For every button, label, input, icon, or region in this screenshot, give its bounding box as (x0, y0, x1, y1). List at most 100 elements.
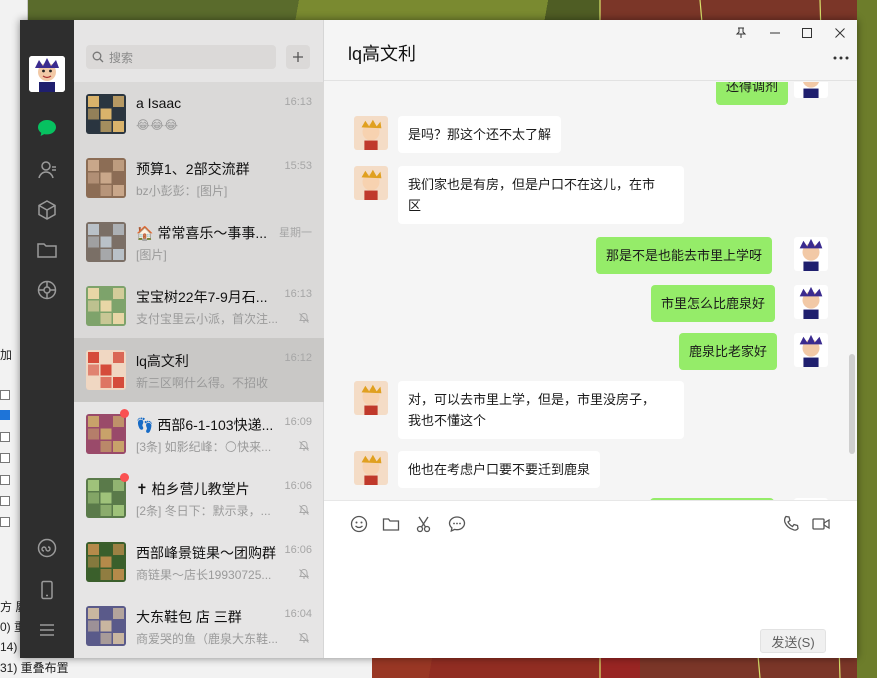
group-avatar-icon (86, 222, 126, 262)
chat-history-icon (448, 516, 466, 533)
send-button[interactable]: 发送(S) (760, 629, 826, 653)
chat-list-item[interactable]: 预算1、2部交流群 15:53 bz小彭彭：[图片] (74, 146, 324, 210)
chat-list-item[interactable]: ✝ 柏乡营儿教堂片 16:06 [2条] 冬日下：默示录，... (74, 466, 324, 530)
chat-name: a Isaac (136, 95, 182, 111)
chat-name: 西部峰景链果～团购群 (136, 545, 276, 561)
chat-time: 16:04 (284, 608, 312, 620)
message-scrollbar[interactable] (849, 354, 855, 454)
chat-avatar (86, 222, 126, 262)
my-avatar[interactable] (794, 82, 828, 98)
chat-avatar (86, 94, 126, 134)
chat-list-item[interactable]: lq高文利 16:12 新三区啊什么得。不招收 (74, 338, 324, 402)
wechat-window: 搜索 a Isaac 16:13 😂😂😂 预算1、2部交流群 15:53 bz小彭彭：[图… (20, 20, 857, 658)
cube-icon (38, 200, 56, 220)
message-in: 是吗？那这个还不太了解 (324, 116, 857, 153)
avatar-icon (794, 82, 828, 98)
avatar-icon (354, 166, 388, 200)
chat-avatar (86, 286, 126, 326)
chat-preview: bz小彭彭：[图片] (136, 184, 228, 198)
nav-menu[interactable] (31, 614, 63, 646)
chat-list-item[interactable]: 🏠 常常喜乐～事事... 星期一 [图片] (74, 210, 324, 274)
checkbox[interactable] (0, 432, 10, 442)
chat-name: ✝ 柏乡营儿教堂片 (136, 481, 250, 497)
avatar-icon (354, 381, 388, 415)
group-avatar-icon (86, 94, 126, 134)
contacts-icon (38, 161, 56, 179)
message-bubble[interactable]: 对，可以去市里上学，但是，市里没房子， 我也不懂这个 (398, 381, 684, 439)
search-icon (92, 51, 104, 63)
my-avatar[interactable] (794, 237, 828, 271)
nav-phone[interactable] (31, 574, 63, 606)
nav-chats[interactable] (31, 112, 63, 144)
group-avatar-icon (86, 286, 126, 326)
chat-avatar (86, 478, 126, 518)
contact-avatar[interactable] (354, 451, 388, 485)
message-bubble[interactable]: 那是不是也能去市里上学呀 (596, 237, 773, 274)
checkbox[interactable] (0, 453, 10, 463)
nav-mini-programs[interactable] (31, 532, 63, 564)
message-bubble[interactable]: 市里怎么比鹿泉好 (651, 285, 776, 322)
screenshot-button[interactable] (413, 513, 435, 535)
more-button[interactable] (831, 50, 851, 66)
message-out: 那是不是也能去市里上学呀 (324, 237, 857, 274)
contact-avatar[interactable] (354, 116, 388, 150)
checkbox[interactable] (0, 517, 10, 527)
user-avatar[interactable] (29, 56, 65, 92)
mute-icon (299, 312, 309, 323)
maximize-button[interactable] (796, 24, 818, 42)
message-area: 还得调剂 是吗？那这个还不太了解 我们家也是有房，但是户口不在这儿，在市 区 那… (324, 82, 857, 500)
nav-moments[interactable] (31, 274, 63, 306)
group-avatar-icon (86, 606, 126, 646)
mute-icon (299, 504, 309, 515)
pin-button[interactable] (730, 24, 752, 42)
contact-avatar[interactable] (354, 381, 388, 415)
chat-name: 大东鞋包 店 三群 (136, 609, 242, 625)
minimize-button[interactable] (764, 24, 786, 42)
left-label: 加 (0, 348, 13, 362)
message-bubble[interactable]: 鹿泉比老家好 (679, 333, 778, 370)
checkbox[interactable] (0, 475, 10, 485)
message-in: 他也在考虑户口要不要迁到鹿泉 (324, 451, 857, 488)
chat-list-item[interactable]: 大东鞋包 店 三群 16:04 商爱哭的鱼（鹿泉大东鞋... (74, 594, 324, 658)
message-bubble[interactable]: 我们家也是有房，但是户口不在这儿，在市 区 (398, 166, 684, 224)
chat-name: 🏠 常常喜乐～事事... (136, 225, 267, 241)
message-bubble[interactable]: 他也在考虑户口要不要迁到鹿泉 (398, 451, 601, 488)
plus-icon (293, 52, 303, 62)
voice-call-button[interactable] (780, 513, 802, 535)
message-bubble[interactable]: 是吗？那这个还不太了解 (398, 116, 562, 153)
my-avatar[interactable] (794, 333, 828, 367)
chat-preview: [2条] 冬日下：默示录，... (136, 504, 271, 518)
phone-icon (783, 515, 799, 531)
checkbox[interactable] (0, 390, 10, 400)
chat-time: 16:13 (284, 96, 312, 108)
chat-history-button[interactable] (446, 513, 468, 535)
checkbox[interactable] (0, 410, 10, 420)
checkbox[interactable] (0, 496, 10, 506)
chat-preview: 新三区啊什么得。不招收 (136, 376, 269, 390)
add-button[interactable] (286, 45, 310, 69)
avatar-icon (794, 285, 828, 319)
send-file-button[interactable] (380, 513, 402, 535)
chat-list-item[interactable]: a Isaac 16:13 😂😂😂 (74, 82, 324, 146)
message-bubble[interactable]: 还得调剂 (716, 82, 789, 105)
video-icon (812, 518, 830, 530)
nav-contacts[interactable] (31, 154, 63, 186)
search-input[interactable]: 搜索 (86, 45, 276, 69)
emoji-button[interactable] (348, 513, 370, 535)
chat-avatar (86, 542, 126, 582)
chat-list-item[interactable]: 宝宝树22年7-9月石... 16:13 支付宝里云小派，首次注... (74, 274, 324, 338)
video-call-button[interactable] (810, 513, 832, 535)
cad-edge (857, 0, 877, 678)
chat-avatar (86, 350, 126, 390)
avatar-icon (794, 333, 828, 367)
chat-list-item[interactable]: 👣 西部6-1-103快递... 16:09 [3条] 如影纪峰：🌕快来... (74, 402, 324, 466)
nav-files[interactable] (31, 234, 63, 266)
nav-favorites[interactable] (31, 194, 63, 226)
chat-name: 预算1、2部交流群 (136, 161, 250, 177)
chat-list-item[interactable]: 西部峰景链果～团购群 16:06 商链果～店长19930725... (74, 530, 324, 594)
contact-avatar[interactable] (354, 166, 388, 200)
my-avatar[interactable] (794, 285, 828, 319)
close-button[interactable] (829, 24, 851, 42)
maximize-icon (802, 28, 812, 38)
chat-time: 16:06 (284, 544, 312, 556)
